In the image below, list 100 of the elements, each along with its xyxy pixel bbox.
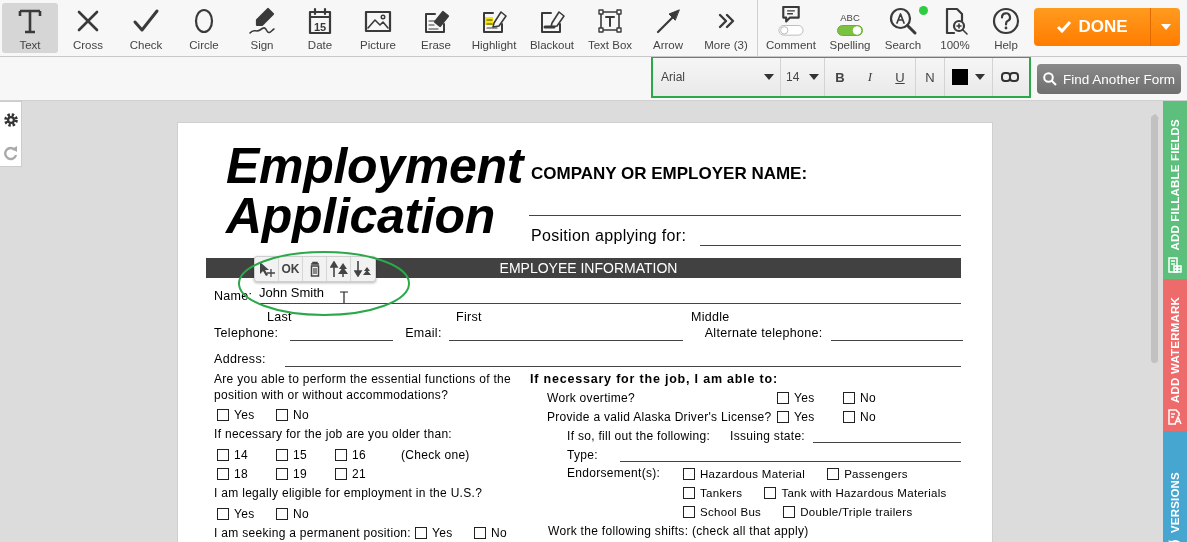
search-icon [888, 6, 918, 36]
checkbox[interactable] [683, 486, 695, 499]
checkbox[interactable] [777, 391, 789, 404]
checkbox[interactable] [335, 467, 347, 480]
toolbar-button[interactable]: ABC Spelling [823, 3, 877, 53]
checkbox[interactable] [843, 391, 855, 404]
field-caption: First [456, 310, 483, 325]
search-icon [1043, 72, 1058, 86]
caret-icon [764, 74, 774, 80]
option-label: Tank with Hazardous Materials [781, 486, 947, 499]
ok-button[interactable]: OK [279, 257, 303, 281]
field-label: Type: [567, 447, 598, 462]
option-label: 15 [293, 447, 307, 462]
normal-text-button[interactable]: N [915, 58, 945, 96]
bold-button[interactable]: B [825, 58, 855, 96]
bring-forward-button[interactable] [327, 257, 351, 281]
done-menu-button[interactable] [1150, 8, 1180, 46]
arrow-down-trees-icon [354, 261, 372, 277]
checkbox[interactable] [335, 448, 347, 461]
checkbox[interactable] [276, 467, 288, 480]
option-label: Hazardous Material [700, 467, 806, 480]
font-dropdown[interactable]: Arial [653, 58, 781, 96]
text-box-icon [595, 6, 625, 36]
option-label: Passengers [844, 467, 908, 480]
option-label: Yes [794, 390, 815, 405]
option-label: 19 [293, 466, 307, 481]
checkbox[interactable] [777, 410, 789, 423]
option-label: 14 [234, 447, 248, 462]
tool-button[interactable]: Circle [176, 3, 232, 53]
tool-button[interactable]: Sign [234, 3, 290, 53]
scrollbar-thumb[interactable] [1151, 115, 1158, 363]
tool-button[interactable]: Cross [60, 3, 116, 53]
underline-button[interactable]: U [885, 58, 915, 96]
font-size-dropdown[interactable]: 14 [781, 58, 825, 96]
hint-text: (Check one) [401, 447, 470, 462]
field-label: Endorsement(s): [567, 465, 662, 482]
option-label: Tankers [700, 486, 743, 499]
field-label: Address: [214, 352, 266, 367]
italic-button[interactable]: I [855, 58, 885, 96]
text-cursor-icon [339, 291, 349, 303]
option-label: Yes [234, 407, 255, 422]
tool-button[interactable]: Arrow [640, 3, 696, 53]
caret-icon [1160, 24, 1171, 30]
field-label: Alternate telephone: [704, 326, 823, 341]
question-text: I am seeking a permanent position: [214, 525, 412, 540]
toolbar-button[interactable]: Help [981, 3, 1031, 53]
caret-icon [809, 74, 819, 80]
option-label: 16 [352, 447, 366, 462]
tool-button[interactable]: Blackout [524, 3, 580, 53]
text-entry[interactable]: John Smith [259, 285, 325, 300]
tool-button[interactable]: Highlight [466, 3, 522, 53]
checkbox[interactable] [783, 505, 796, 518]
checkbox[interactable] [415, 526, 427, 539]
tool-button[interactable]: 15 Date [292, 3, 348, 53]
tool-button[interactable]: Erase [408, 3, 464, 53]
checkbox[interactable] [217, 448, 229, 461]
checkbox[interactable] [474, 526, 486, 539]
field-label: Position applying for: [531, 226, 687, 246]
field-label: Email: [405, 326, 442, 341]
checkbox[interactable] [764, 486, 777, 499]
document-letter-icon [1168, 409, 1182, 425]
checkbox[interactable] [276, 448, 288, 461]
tool-button[interactable]: Check [118, 3, 174, 53]
checkbox[interactable] [827, 467, 840, 480]
help-icon [991, 6, 1021, 36]
checkbox[interactable] [843, 410, 855, 423]
checkbox[interactable] [683, 467, 695, 480]
arrow-up-trees-icon [329, 261, 348, 277]
link-icon [1001, 72, 1019, 82]
question-text: If necessary for the job are you older than: [214, 425, 453, 443]
option-label: No [491, 525, 507, 540]
toolbar-button[interactable]: Search [877, 3, 929, 53]
tool-button[interactable]: Text Box [582, 3, 638, 53]
field-label: Telephone: [214, 326, 279, 341]
question-text: Work overtime? [546, 390, 636, 405]
tool-button[interactable]: More (3) [698, 3, 754, 53]
option-label: No [293, 506, 309, 521]
checkbox[interactable] [683, 505, 695, 518]
question-text: Provide a valid Alaska Driver's License? [546, 409, 773, 424]
question-text: Are you able to perform the essential functions of the position with or without accommodations? [214, 371, 513, 403]
checkbox[interactable] [276, 408, 288, 421]
option-label: Yes [234, 506, 255, 521]
checkbox[interactable] [217, 507, 229, 520]
tool-button[interactable]: Picture [350, 3, 406, 53]
tool-button[interactable]: Text [2, 3, 58, 53]
option-label: No [860, 409, 876, 424]
redo-icon [3, 145, 18, 161]
option-label: 21 [352, 466, 366, 481]
checkbox[interactable] [276, 507, 288, 520]
option-label: Double/Triple trailers [800, 505, 913, 518]
caret-icon [975, 74, 985, 80]
speech-bubble-icon [781, 6, 801, 24]
option-label: Yes [794, 409, 815, 424]
find-form-button[interactable]: Find Another Form [1037, 64, 1181, 94]
subsection-heading: If necessary for the job, I am able to: [530, 371, 779, 388]
toolbar-button[interactable]: Comment [759, 3, 823, 53]
checkbox[interactable] [217, 467, 229, 480]
checkbox[interactable] [217, 408, 229, 421]
toolbar-button[interactable]: 100% [929, 3, 981, 53]
form-fields-icon [1168, 257, 1182, 273]
